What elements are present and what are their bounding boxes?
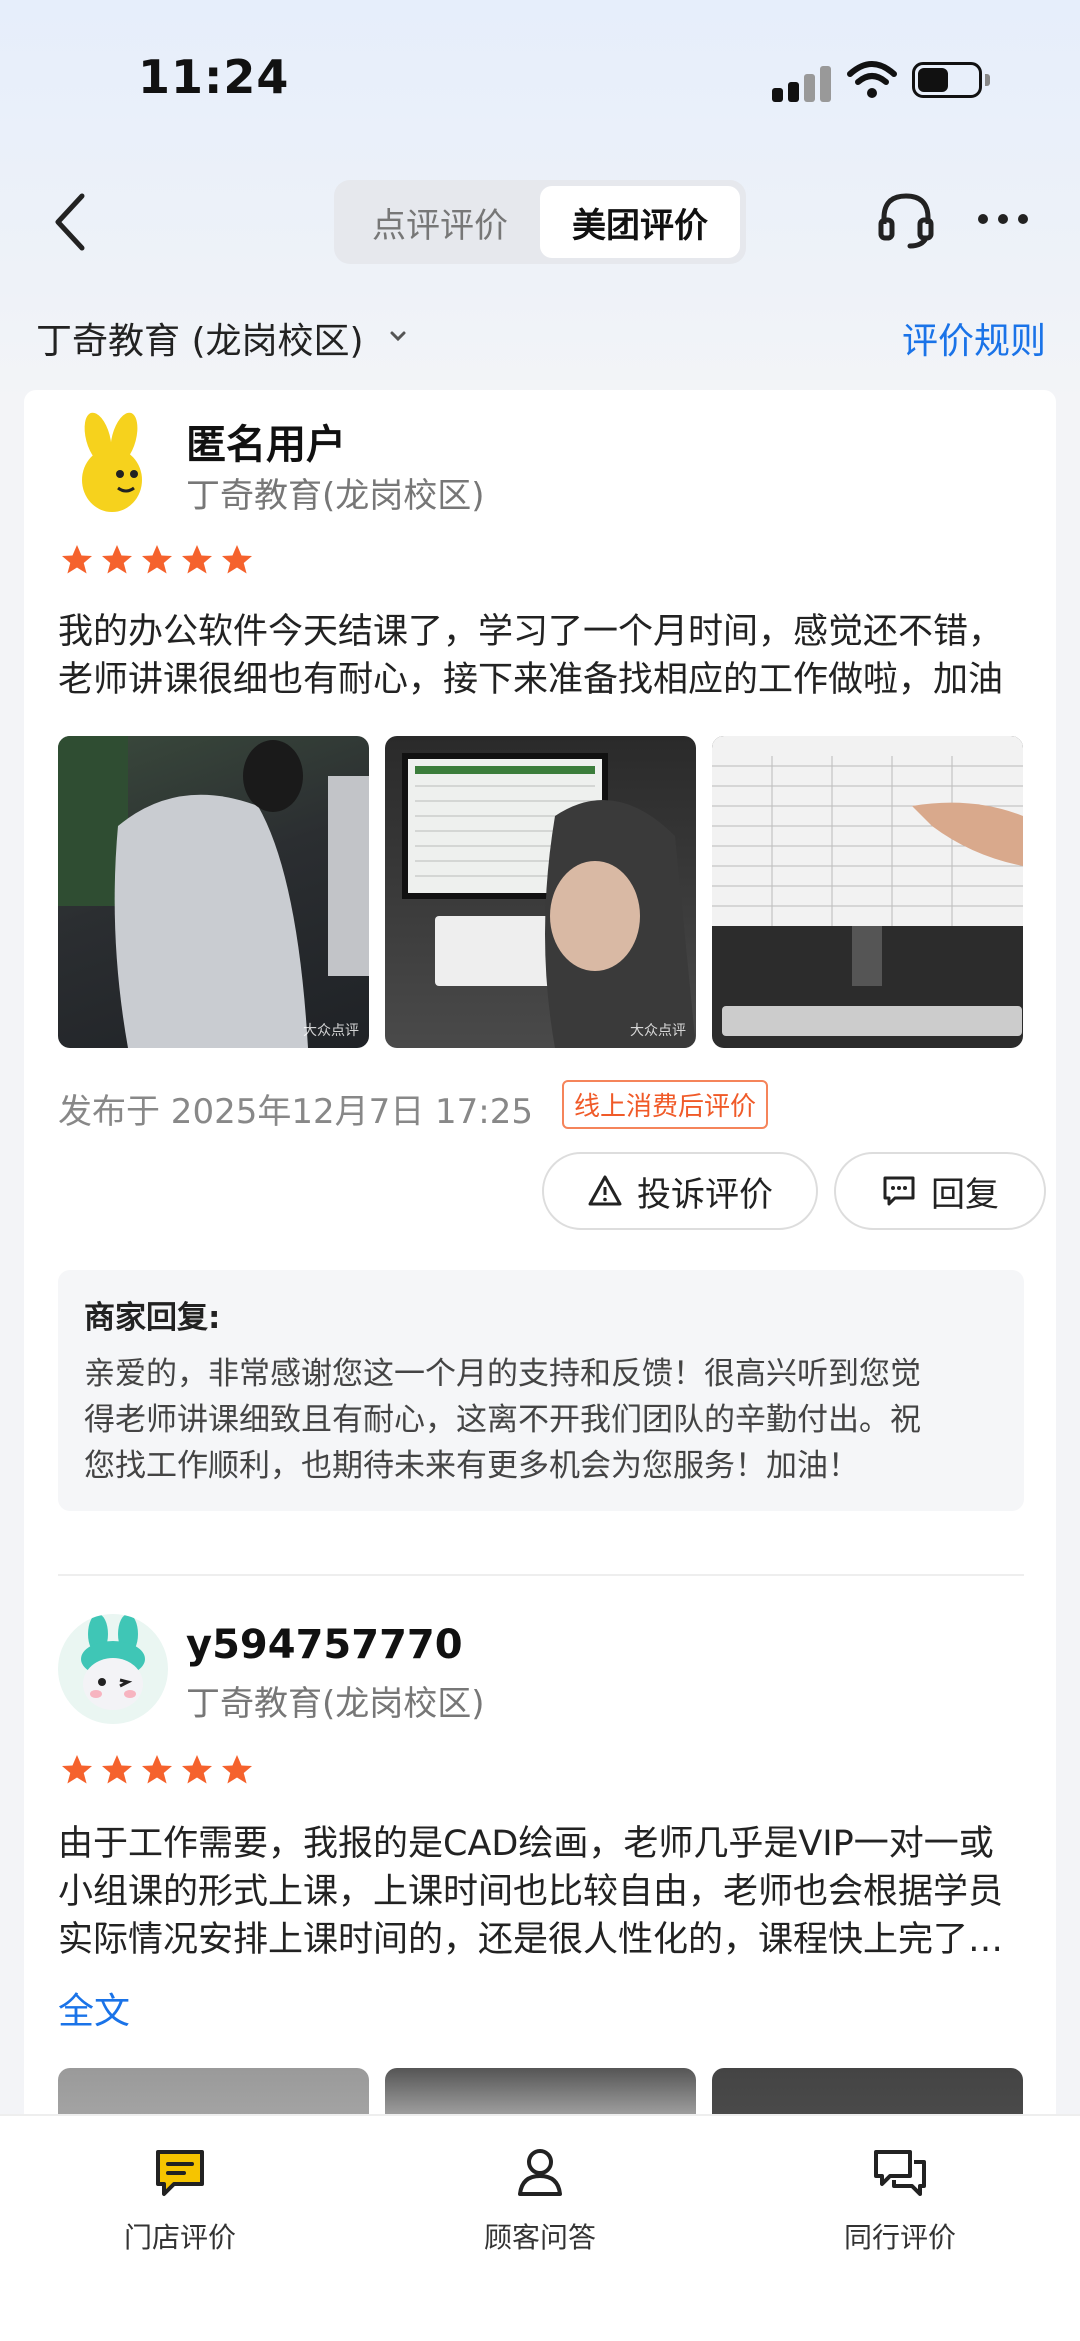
star-icon bbox=[182, 1755, 212, 1784]
battery-icon bbox=[912, 62, 990, 98]
review-photo[interactable]: 大众点评 bbox=[58, 736, 369, 1048]
review-photo[interactable] bbox=[58, 2068, 369, 2120]
rating-stars bbox=[58, 542, 256, 578]
warning-icon bbox=[588, 1175, 622, 1206]
star-icon bbox=[182, 545, 212, 574]
review-photo[interactable] bbox=[712, 736, 1023, 1048]
status-time: 11:24 bbox=[138, 50, 290, 104]
comment-icon bbox=[883, 1176, 915, 1206]
tab-dianping-reviews[interactable]: 点评评价 bbox=[340, 186, 540, 258]
publish-time: 发布于 2025年12月7日 17:25 bbox=[58, 1092, 534, 1132]
avatar[interactable] bbox=[58, 408, 168, 518]
status-badge: 线上消费后评价 bbox=[562, 1080, 769, 1129]
person-icon bbox=[518, 2149, 562, 2196]
review-photo[interactable]: 大众点评 bbox=[385, 736, 696, 1048]
merchant-reply-title: 商家回复: bbox=[84, 1300, 221, 1336]
back-icon[interactable] bbox=[50, 190, 90, 254]
review-text[interactable]: 我的办公软件今天结课了，学习了一个月时间，感觉还不错， 老师讲课很细也有耐心，接… bbox=[58, 608, 1024, 704]
user-name[interactable]: y594757770 bbox=[186, 1622, 463, 1668]
star-icon bbox=[62, 1755, 92, 1784]
review-photo[interactable] bbox=[712, 2068, 1023, 2120]
headset-icon[interactable] bbox=[876, 190, 936, 250]
message-icon bbox=[156, 2150, 204, 2196]
star-icon bbox=[142, 1755, 172, 1784]
wifi-icon bbox=[847, 61, 897, 98]
star-icon bbox=[102, 545, 132, 574]
user-shop: 丁奇教育(龙岗校区) bbox=[186, 1684, 485, 1724]
nav-customer-qa[interactable]: 顾客问答 bbox=[360, 2116, 720, 2341]
review-item: 匿名用户 丁奇教育(龙岗校区) 我的办公软件今天结课了，学习了一个月时间，感觉还… bbox=[58, 390, 1046, 1550]
review-photo[interactable] bbox=[385, 2068, 696, 2120]
avatar[interactable] bbox=[58, 1614, 168, 1724]
review-source-tabs: 点评评价 美团评价 bbox=[334, 180, 746, 264]
more-icon[interactable] bbox=[978, 214, 1028, 228]
complain-button[interactable]: 投诉评价 bbox=[542, 1152, 818, 1230]
nav-store-reviews[interactable]: 门店评价 bbox=[0, 2116, 360, 2341]
chevron-down-icon[interactable] bbox=[388, 326, 408, 346]
shop-selector: 丁奇教育 (龙岗校区) 评价规则 bbox=[36, 308, 1048, 368]
photo-watermark: 大众点评 bbox=[303, 1023, 359, 1039]
full-text-link[interactable]: 全文 bbox=[58, 1982, 130, 2034]
photo-watermark: 大众点评 bbox=[630, 1023, 686, 1039]
review-photos bbox=[58, 2068, 1024, 2120]
review-rules-link[interactable]: 评价规则 bbox=[902, 312, 1046, 364]
user-name[interactable]: 匿名用户 bbox=[186, 412, 346, 470]
reply-button[interactable]: 回复 bbox=[834, 1152, 1046, 1230]
review-divider bbox=[58, 1574, 1024, 1576]
review-photos: 大众点评 大众点评 bbox=[58, 736, 1024, 1048]
review-list: 匿名用户 丁奇教育(龙岗校区) 我的办公软件今天结课了，学习了一个月时间，感觉还… bbox=[24, 390, 1056, 2120]
star-icon bbox=[222, 1755, 252, 1784]
nav-peer-reviews[interactable]: 同行评价 bbox=[720, 2116, 1080, 2341]
bottom-nav: 门店评价 顾客问答 同行评价 bbox=[0, 2114, 1080, 2341]
rating-stars bbox=[58, 1752, 256, 1788]
user-shop: 丁奇教育(龙岗校区) bbox=[186, 476, 485, 516]
shop-name[interactable]: 丁奇教育 (龙岗校区) bbox=[36, 312, 364, 364]
review-text[interactable]: 由于工作需要，我报的是CAD绘画，老师几乎是VIP一对一或 小组课的形式上课，上… bbox=[58, 1820, 1024, 1964]
chat-bubbles-icon bbox=[874, 2150, 926, 2196]
star-icon bbox=[102, 1755, 132, 1784]
merchant-reply-text: 亲爱的，非常感谢您这一个月的支持和反馈！很高兴听到您觉 得老师讲课细致且有耐心，… bbox=[84, 1356, 921, 1484]
star-icon bbox=[142, 545, 172, 574]
star-icon bbox=[222, 545, 252, 574]
tab-meituan-reviews[interactable]: 美团评价 bbox=[540, 186, 740, 258]
review-item: y594757770 丁奇教育(龙岗校区) 由于工作需要，我报的是CAD绘画，老… bbox=[58, 1600, 1024, 2120]
merchant-reply: 商家回复: 亲爱的，非常感谢您这一个月的支持和反馈！很高兴听到您觉 得老师讲课细… bbox=[58, 1270, 1024, 1511]
star-icon bbox=[62, 545, 92, 574]
cellular-signal-icon bbox=[772, 62, 832, 102]
status-bar: 11:24 bbox=[0, 0, 1080, 160]
